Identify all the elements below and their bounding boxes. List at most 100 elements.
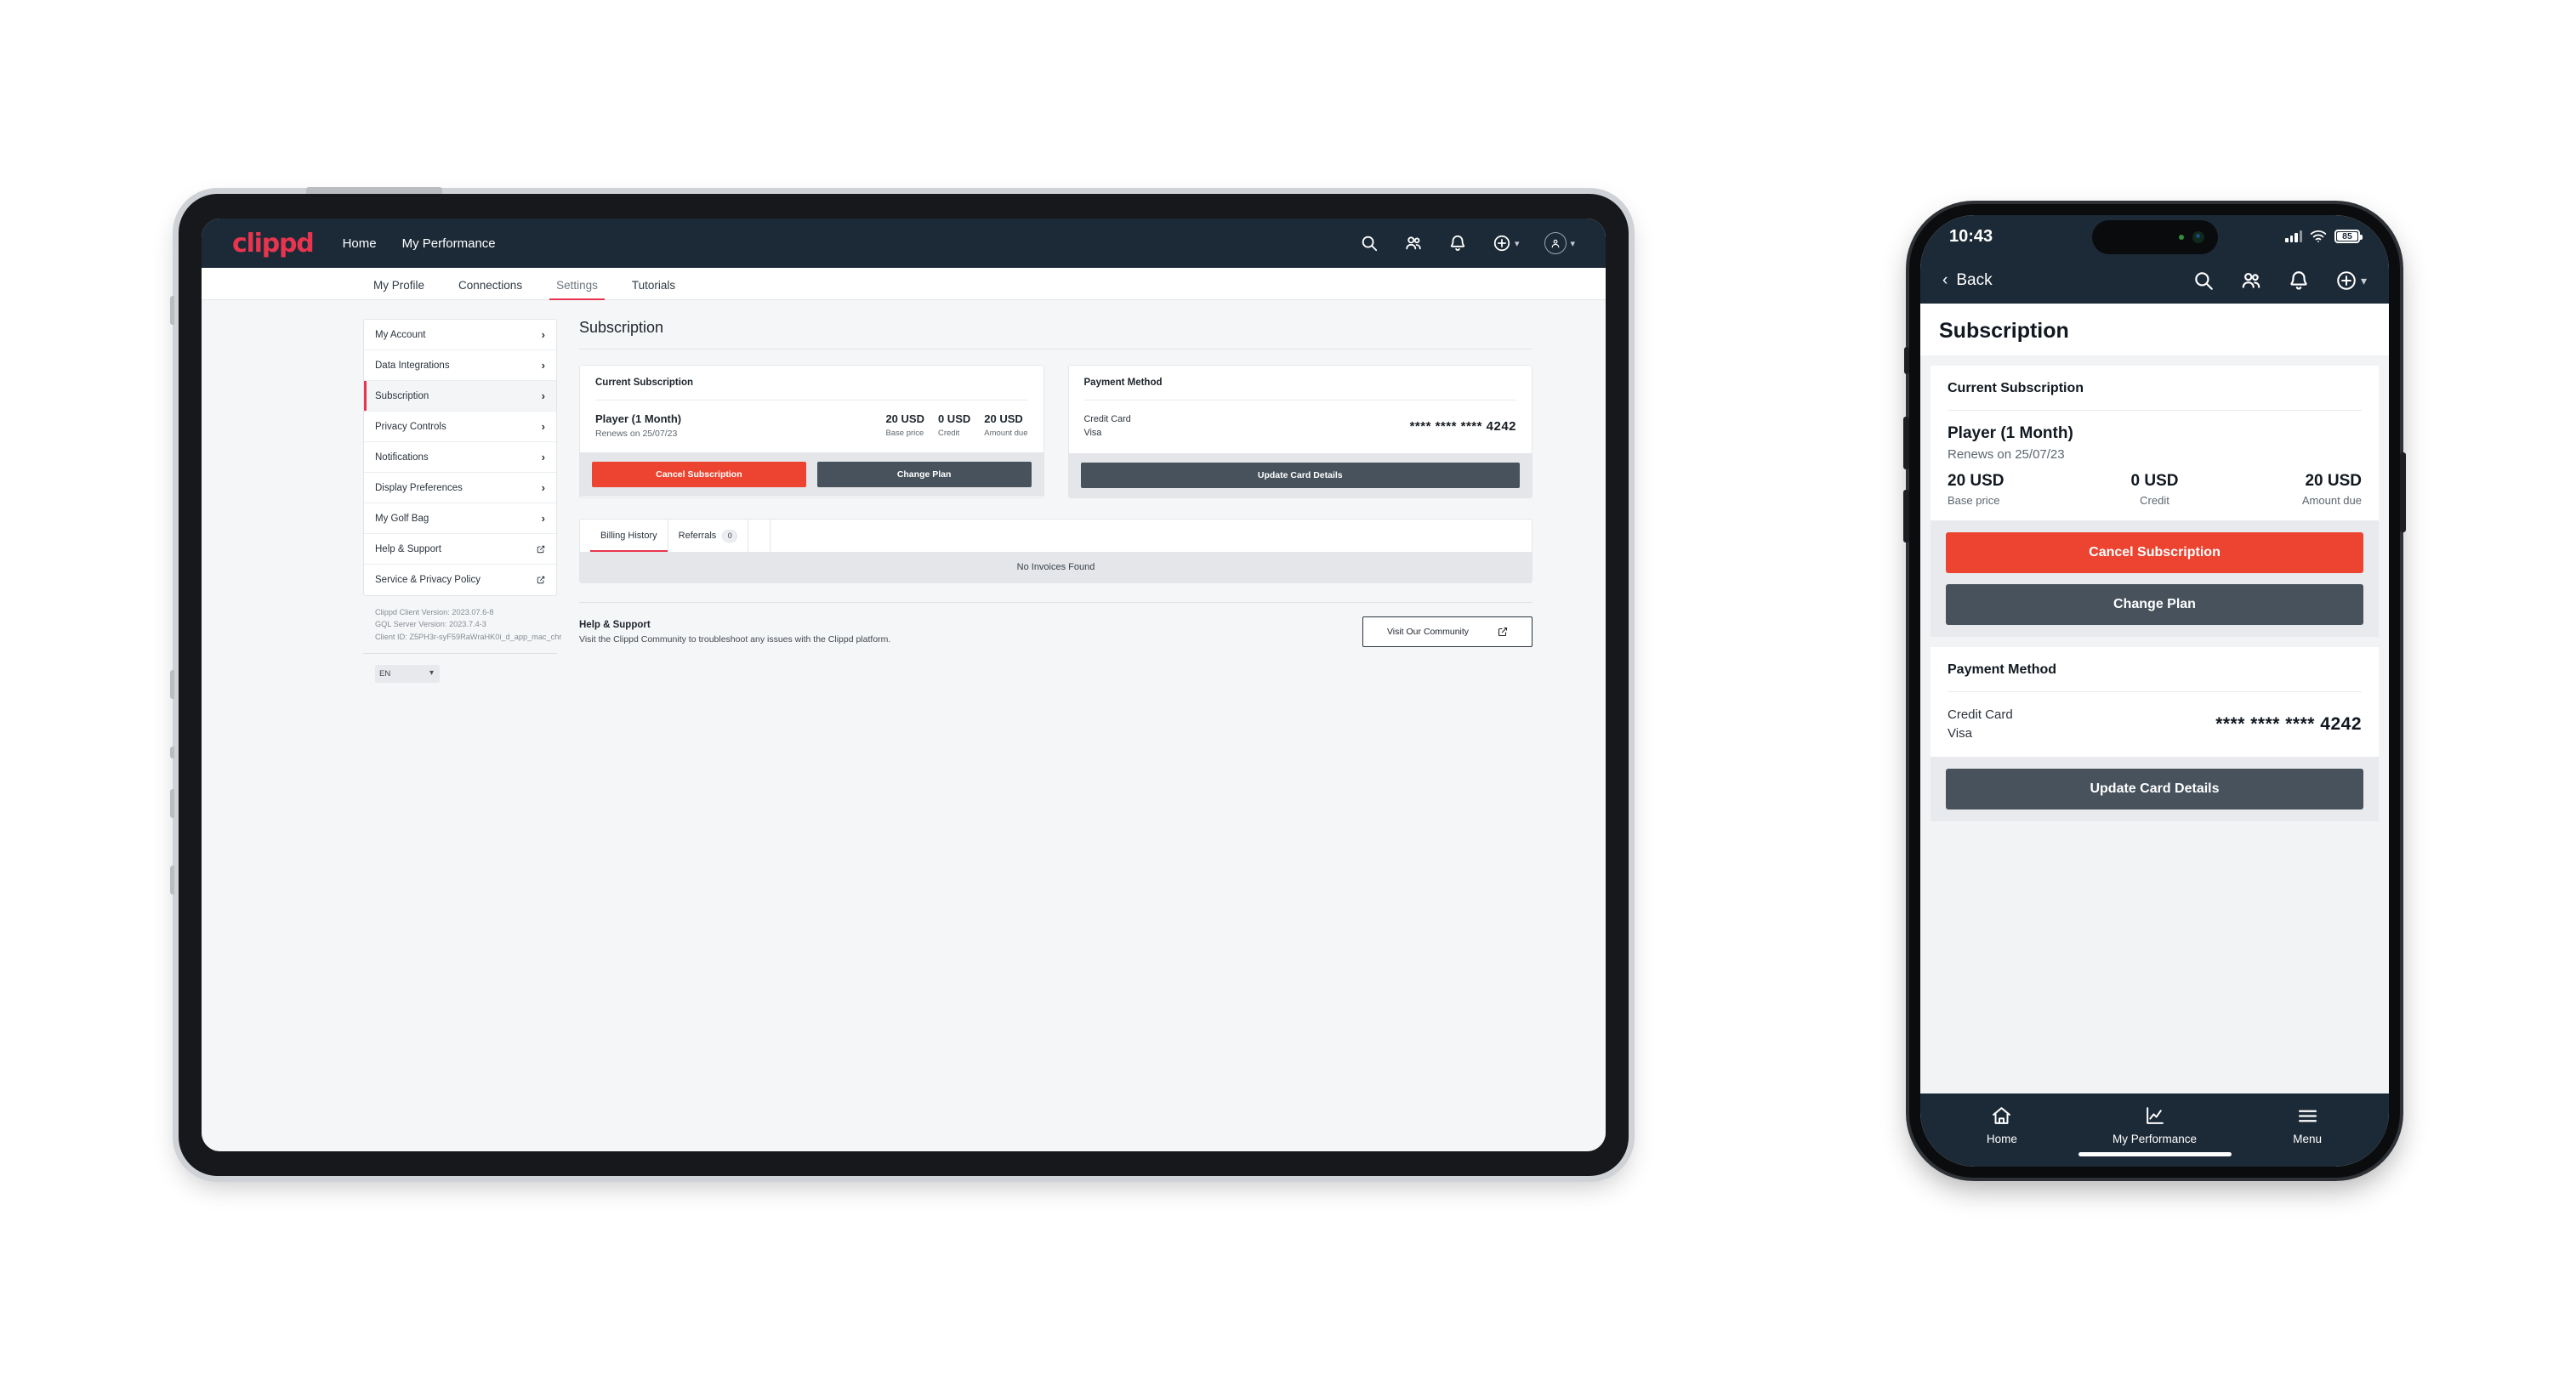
metric-value: 20 USD (2305, 472, 2362, 490)
metric-credit: 0 USD Credit (938, 412, 970, 438)
metric-value: 20 USD (885, 412, 924, 425)
search-icon[interactable] (2192, 270, 2215, 292)
settings-tab-strip: My Profile Connections Settings Tutorial… (202, 268, 1606, 300)
help-support-text: Help & Support Visit the Clippd Communit… (579, 620, 1362, 645)
sidebar-item-my-account[interactable]: My Account › (364, 320, 556, 350)
payment-type-line2: Visa (1948, 725, 1972, 741)
card-title: Current Subscription (595, 378, 694, 388)
tablet-top-navbar: clippd Home My Performance ▾ ▾ (202, 219, 1606, 268)
tab-home[interactable]: Home (1925, 1105, 2078, 1145)
clippd-logo[interactable]: clippd (232, 229, 315, 258)
payment-method-body: Payment Method Credit Card Visa **** ***… (1931, 647, 2379, 757)
language-select[interactable]: EN (375, 664, 440, 683)
metric-value: 0 USD (937, 412, 971, 425)
update-card-details-button[interactable]: Update Card Details (1080, 463, 1520, 489)
payment-summary: Credit Card Visa **** **** **** 4242 (1948, 706, 2362, 743)
topbar-actions: ▾ ▾ (1360, 232, 1575, 254)
chevron-right-icon: › (541, 481, 545, 494)
nav-link-my-performance[interactable]: My Performance (402, 236, 496, 251)
front-camera (2192, 231, 2204, 243)
settings-body: My Account › Data Integrations › Subscri… (202, 300, 1606, 1151)
search-icon[interactable] (1360, 234, 1379, 253)
metric-value: 20 USD (984, 412, 1023, 425)
visit-community-button[interactable]: Visit Our Community (1362, 616, 1533, 648)
card-title: Payment Method (1948, 662, 2057, 677)
tab-tutorials[interactable]: Tutorials (622, 279, 685, 299)
screenshot-stage: clippd Home My Performance ▾ ▾ My Profil… (0, 0, 2576, 1386)
bell-icon[interactable] (1448, 234, 1467, 253)
change-plan-button[interactable]: Change Plan (1946, 584, 2363, 625)
phone-content: Subscription Current Subscription Player… (1920, 304, 2389, 1093)
sidebar-item-label: Notifications (375, 452, 429, 463)
people-icon[interactable] (1404, 234, 1423, 253)
sidebar-item-notifications[interactable]: Notifications › (364, 442, 556, 473)
sidebar-item-service-privacy-policy[interactable]: Service & Privacy Policy (364, 565, 556, 595)
metric-value: 20 USD (1948, 472, 2005, 490)
metric-label: Base price (1948, 494, 2000, 507)
nav-link-home[interactable]: Home (343, 236, 377, 251)
tab-menu[interactable]: Menu (2231, 1105, 2384, 1145)
wifi-icon (2310, 230, 2327, 243)
tablet-screen: clippd Home My Performance ▾ ▾ My Profil… (202, 219, 1606, 1151)
cancel-subscription-button[interactable]: Cancel Subscription (592, 462, 806, 487)
sidebar-item-label: Display Preferences (375, 482, 463, 493)
phone-volume-down-button (1903, 490, 1909, 542)
metric-base-price: 20 USD Base price (1948, 472, 2085, 507)
plus-circle-icon[interactable] (2335, 270, 2357, 292)
sidebar-item-help-support[interactable]: Help & Support (364, 534, 556, 565)
tab-label: Referrals (678, 531, 717, 542)
current-subscription-body: Current Subscription Player (1 Month) Re… (1931, 366, 2379, 520)
payment-summary: Credit Card Visa **** **** **** 4242 (1084, 412, 1517, 440)
chevron-right-icon: › (541, 389, 545, 402)
phone-status-bar: 10:43 85 (1920, 215, 2389, 258)
plus-circle-icon[interactable] (1493, 234, 1511, 253)
phone-mute-switch (1904, 347, 1909, 374)
phone-add-menu[interactable]: ▾ (2335, 270, 2367, 292)
tab-referrals[interactable]: Referrals 0 (668, 520, 749, 553)
sidebar-item-privacy-controls[interactable]: Privacy Controls › (364, 412, 556, 442)
help-support-heading: Help & Support (579, 619, 651, 630)
sidebar-item-subscription[interactable]: Subscription › (364, 381, 556, 412)
sidebar-item-display-preferences[interactable]: Display Preferences › (364, 473, 556, 503)
divider (363, 652, 557, 654)
tab-strip-spacer (748, 520, 771, 553)
recording-indicator-dot (2178, 235, 2184, 240)
account-menu[interactable]: ▾ (1544, 232, 1575, 254)
tab-settings[interactable]: Settings (546, 279, 608, 300)
metric-credit: 0 USD Credit (2085, 472, 2223, 507)
payment-type: Credit Card Visa (1948, 706, 2013, 743)
tablet-device: clippd Home My Performance ▾ ▾ My Profil… (170, 187, 1629, 1176)
home-icon (1991, 1105, 2012, 1127)
chevron-down-icon: ▾ (1570, 238, 1575, 249)
language-select-value: EN (379, 668, 391, 679)
tab-my-performance[interactable]: My Performance (2078, 1105, 2232, 1145)
status-time: 10:43 (1949, 226, 1993, 246)
cancel-subscription-button[interactable]: Cancel Subscription (1946, 532, 2363, 573)
sidebar-item-my-golf-bag[interactable]: My Golf Bag › (364, 503, 556, 534)
tab-connections[interactable]: Connections (448, 279, 532, 299)
subscription-summary: Player (1 Month) Renews on 25/07/23 20 U… (595, 412, 1028, 439)
tablet-side-button (170, 747, 174, 758)
sidebar-item-label: Help & Support (375, 543, 441, 554)
plan-name: Player (1 Month) (1948, 424, 2073, 442)
metric-value: 0 USD (2130, 472, 2179, 490)
people-icon[interactable] (2240, 270, 2262, 292)
tab-my-profile[interactable]: My Profile (363, 279, 435, 299)
change-plan-button[interactable]: Change Plan (816, 462, 1032, 487)
chevron-right-icon: › (541, 420, 545, 433)
sidebar-item-label: My Golf Bag (375, 513, 429, 524)
language-select-wrap: EN ▾ (375, 664, 440, 683)
back-button[interactable]: ‹ Back (1942, 271, 1993, 290)
sidebar-item-data-integrations[interactable]: Data Integrations › (364, 350, 556, 381)
metric-amount-due: 20 USD Amount due (2224, 472, 2362, 507)
bell-icon[interactable] (2288, 270, 2310, 292)
tab-billing-history[interactable]: Billing History (590, 520, 668, 553)
avatar[interactable] (1544, 232, 1567, 254)
chevron-down-icon: ▾ (2360, 273, 2367, 287)
add-menu[interactable]: ▾ (1493, 234, 1519, 253)
billing-card: Billing History Referrals 0 No Invoices … (579, 519, 1533, 584)
card-title: Current Subscription (1948, 381, 2084, 395)
metric-label: Amount due (984, 429, 1028, 438)
update-card-details-button[interactable]: Update Card Details (1946, 768, 2363, 809)
metric-label: Credit (2140, 494, 2169, 507)
